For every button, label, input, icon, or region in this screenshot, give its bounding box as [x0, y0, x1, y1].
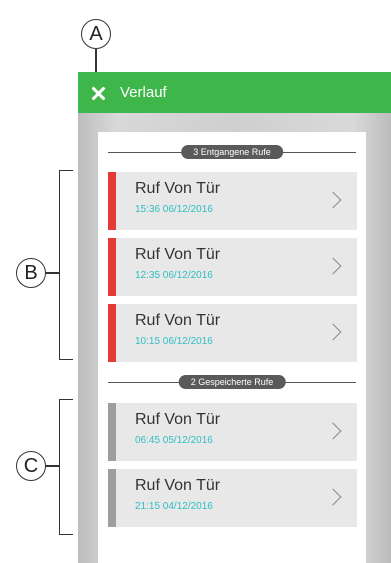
app-bar: Verlauf [78, 72, 391, 113]
missed-stripe [108, 238, 116, 296]
call-time: 06:45 05/12/2016 [135, 435, 213, 446]
chevron-right-icon [324, 422, 342, 440]
missed-call-item[interactable]: Ruf Von Tür 12:35 06/12/2016 [108, 238, 357, 296]
call-title: Ruf Von Tür [135, 411, 221, 428]
missed-calls-label: 3 Entgangene Rufe [181, 145, 283, 159]
call-title: Ruf Von Tür [135, 246, 221, 263]
chevron-right-icon [324, 488, 342, 506]
call-time: 15:36 06/12/2016 [135, 204, 213, 215]
missed-calls-header: 3 Entgangene Rufe [108, 145, 356, 159]
bracket-b [59, 170, 73, 360]
call-title: Ruf Von Tür [135, 312, 221, 329]
callout-a: A [81, 19, 111, 49]
saved-stripe [108, 469, 116, 527]
missed-stripe [108, 304, 116, 362]
saved-call-item[interactable]: Ruf Von Tür 06:45 05/12/2016 [108, 403, 357, 461]
bracket-c [59, 399, 73, 535]
saved-calls-label: 2 Gespeicherte Rufe [178, 375, 286, 389]
device-screen: Verlauf 3 Entgangene Rufe Ruf Von Tür 15… [78, 72, 391, 563]
missed-call-item[interactable]: Ruf Von Tür 10:15 06/12/2016 [108, 304, 357, 362]
callout-c-leader [44, 465, 60, 467]
callout-b: B [16, 258, 46, 288]
history-panel: 3 Entgangene Rufe Ruf Von Tür 15:36 06/1… [98, 132, 366, 563]
close-icon[interactable] [91, 86, 105, 100]
chevron-right-icon [324, 323, 342, 341]
saved-call-item[interactable]: Ruf Von Tür 21:15 04/12/2016 [108, 469, 357, 527]
call-title: Ruf Von Tür [135, 477, 221, 494]
call-title: Ruf Von Tür [135, 180, 221, 197]
chevron-right-icon [324, 191, 342, 209]
saved-stripe [108, 403, 116, 461]
callout-c: C [16, 451, 46, 481]
call-time: 21:15 04/12/2016 [135, 501, 213, 512]
chevron-right-icon [324, 257, 342, 275]
call-time: 10:15 06/12/2016 [135, 336, 213, 347]
missed-call-item[interactable]: Ruf Von Tür 15:36 06/12/2016 [108, 172, 357, 230]
callout-b-leader [44, 272, 60, 274]
saved-calls-header: 2 Gespeicherte Rufe [108, 375, 356, 389]
missed-stripe [108, 172, 116, 230]
page-title: Verlauf [120, 84, 167, 101]
call-time: 12:35 06/12/2016 [135, 270, 213, 281]
